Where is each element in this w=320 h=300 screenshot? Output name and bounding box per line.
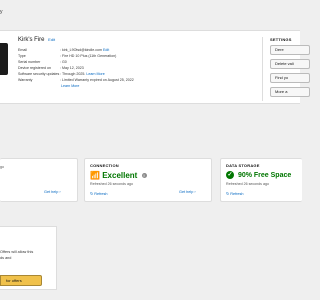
- spec-value: Through 2025.: [61, 72, 86, 76]
- storage-title: DATA STORAGE: [226, 163, 260, 168]
- spec-value: kirk_L9Otsd@kindle.com: [62, 48, 102, 52]
- spec-value: May 12, 2023: [62, 66, 84, 70]
- spec-row-warranty: Warranty: Limited Warranty expired on Au…: [18, 78, 134, 82]
- info-icon[interactable]: !: [141, 173, 147, 179]
- settings-title: SETTINGS: [270, 37, 292, 42]
- chevron-right-icon: ›: [194, 190, 196, 194]
- storage-refreshed: Refreshed 26 seconds ago: [226, 182, 269, 186]
- connection-refreshed: Refreshed 26 seconds ago: [90, 182, 133, 186]
- spec-key: Serial number: [18, 60, 41, 64]
- offers-line: ds and: [0, 256, 12, 260]
- get-help-label: Get help: [179, 190, 194, 194]
- offers-description: Offers will allow this ds and: [0, 249, 33, 261]
- spec-key: Type: [18, 54, 26, 58]
- spec-row-email: Email: kirk_L9Otsd@kindle.com Edit: [18, 48, 109, 52]
- refresh-label: Refresh: [94, 192, 108, 196]
- connection-get-help-link[interactable]: Get help ›: [179, 190, 196, 194]
- edit-email-link[interactable]: Edit: [103, 48, 109, 52]
- signal-bars-icon: 📶: [90, 171, 100, 180]
- data-storage-card: DATA STORAGE ✓ 90% Free Space Refreshed …: [220, 158, 302, 202]
- connection-status: 📶 Excellent !: [90, 171, 147, 180]
- device-card: Kirk's Fire Edit Email: kirk_L9Otsd@kind…: [0, 30, 310, 104]
- deregister-button[interactable]: Dere: [270, 45, 310, 55]
- spec-key: Software security updates: [18, 72, 60, 76]
- chevron-right-icon: ›: [59, 190, 61, 194]
- check-circle-icon: ✓: [226, 171, 234, 179]
- device-name: Kirk's Fire Edit: [18, 37, 55, 43]
- spec-value: Limited Warranty expired on August 25, 2…: [62, 78, 134, 82]
- delete-button[interactable]: Delete vali: [270, 59, 310, 69]
- learn-more-link[interactable]: Learn More: [86, 72, 104, 76]
- spec-value: Fire HD 10 Plus (11th Generation): [62, 54, 117, 58]
- storage-refresh-link[interactable]: ↻ Refresh: [226, 191, 244, 196]
- offers-button[interactable]: for offers: [0, 275, 42, 286]
- edit-device-name-link[interactable]: Edit: [48, 37, 55, 42]
- settings-divider: [262, 37, 263, 101]
- storage-status-text: 90% Free Space: [237, 171, 292, 179]
- refresh-label: Refresh: [230, 192, 244, 196]
- spec-key: Warranty: [18, 78, 33, 82]
- connection-card: CONNECTION 📶 Excellent ! Refreshed 26 se…: [84, 158, 212, 202]
- first-card: go Get help ›: [0, 158, 78, 202]
- spec-row-warranty-link: Learn More: [18, 84, 79, 88]
- find-device-button[interactable]: Find yo: [270, 73, 310, 83]
- spec-row-security-updates: Software security updates: Through 2025.…: [18, 72, 105, 76]
- first-card-subtitle: go: [0, 165, 4, 169]
- spec-row-type: Type: Fire HD 10 Plus (11th Generation): [18, 54, 116, 58]
- storage-status: ✓ 90% Free Space: [226, 171, 291, 179]
- spec-key: Device registered on: [18, 66, 51, 70]
- top-bar: y: [0, 0, 300, 24]
- get-help-label: Get help: [44, 190, 59, 194]
- connection-refresh-link[interactable]: ↻ Refresh: [90, 191, 108, 196]
- spec-value: G0: [62, 60, 67, 64]
- breadcrumb: y: [0, 9, 3, 15]
- refresh-icon: ↻: [90, 192, 94, 196]
- device-name-text: Kirk's Fire: [18, 37, 45, 43]
- refresh-icon: ↻: [226, 192, 230, 196]
- warranty-learn-more-link[interactable]: Learn More: [61, 84, 79, 88]
- spec-key: Email: [18, 48, 27, 52]
- device-image: [0, 43, 8, 75]
- spec-row-serial: Serial number: G0: [18, 60, 67, 64]
- page: y Kirk's Fire Edit Email: kirk_L9Otsd@ki…: [0, 0, 310, 300]
- more-actions-button[interactable]: More a: [270, 87, 310, 97]
- offers-card: Offers will allow this ds and for offers: [0, 226, 57, 290]
- first-card-get-help-link[interactable]: Get help ›: [44, 190, 61, 194]
- connection-status-text: Excellent: [102, 171, 138, 180]
- spec-row-registered: Device registered on: May 12, 2023: [18, 66, 84, 70]
- connection-title: CONNECTION: [90, 163, 119, 168]
